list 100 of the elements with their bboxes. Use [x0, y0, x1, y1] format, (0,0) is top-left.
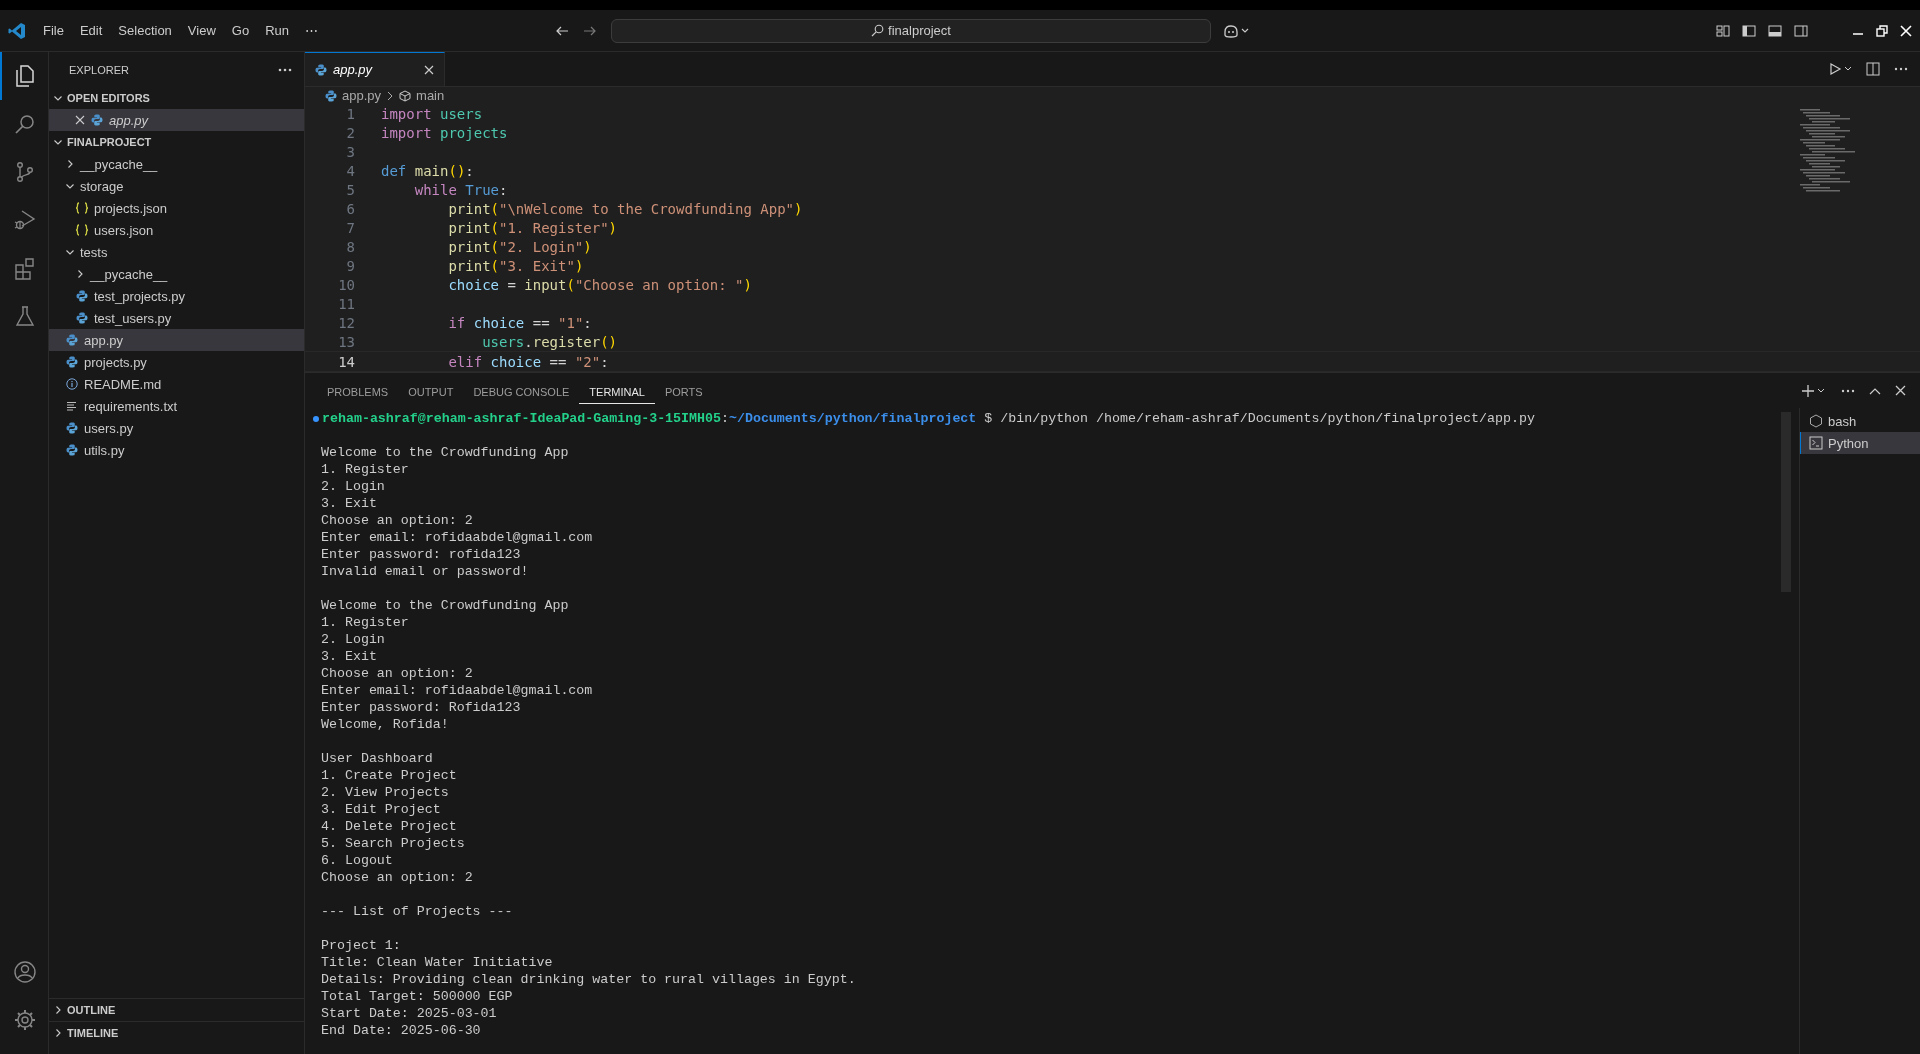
code-line: elif choice == "2": [447, 353, 609, 370]
terminal-line: Project 1: [321, 938, 401, 953]
terminal-line: Title: Clean Water Initiative [321, 955, 553, 970]
more-icon[interactable] [1894, 67, 1908, 71]
more-icon[interactable] [278, 67, 292, 72]
section-header[interactable]: TIMELINE [49, 1021, 304, 1044]
terminal-line: --- List of Projects --- [321, 904, 513, 919]
terminal-line: User Dashboard [321, 751, 433, 766]
editor-tab[interactable]: app.py [305, 52, 445, 86]
more-icon[interactable] [1841, 388, 1855, 393]
line-number: 8 [345, 238, 356, 255]
account-icon[interactable] [13, 960, 37, 984]
run-icon[interactable] [1830, 63, 1852, 75]
terminal-line: 1. Register [321, 615, 409, 630]
file-tree-item[interactable]: tests [49, 241, 304, 263]
menu-item[interactable]: Run [258, 19, 296, 42]
code-line: while True: [413, 181, 508, 198]
terminal-line: 3. Edit Project [321, 802, 441, 817]
python-file-icon [91, 114, 103, 126]
file-tree-item[interactable]: projects.py [49, 351, 304, 373]
line-number: 3 [345, 143, 356, 160]
code-line: print("1. Register") [447, 219, 618, 236]
line-number: 14 [337, 353, 356, 370]
play-bug-icon[interactable] [13, 208, 37, 232]
line-number: 10 [337, 276, 356, 293]
line-number: 6 [345, 200, 356, 217]
menu-item[interactable]: View [180, 19, 223, 42]
braces-icon [75, 202, 89, 214]
panel-tab[interactable]: OUTPUT [398, 377, 464, 404]
search-field[interactable]: finalproject [611, 18, 1211, 43]
breadcrumb-item[interactable]: main [416, 88, 445, 103]
layout-icon[interactable] [1716, 23, 1730, 38]
close-icon[interactable] [75, 115, 85, 125]
panel-tab[interactable]: PORTS [654, 377, 713, 404]
panel-tab[interactable]: DEBUG CONSOLE [463, 377, 580, 404]
file-tree-item[interactable]: test_users.py [49, 307, 304, 329]
line-number: 13 [337, 333, 356, 350]
search-icon[interactable] [13, 112, 37, 136]
panel-tab[interactable]: TERMINAL [579, 377, 655, 404]
terminal-line: End Date: 2025-06-30 [321, 1023, 481, 1038]
section-header[interactable]: FINALPROJECT [49, 131, 304, 153]
maximize-panel-icon[interactable] [1869, 386, 1881, 395]
file-tree-item[interactable]: storage [49, 175, 304, 197]
shell-session-item[interactable]: bash [1800, 410, 1920, 432]
terminal-line: Invalid email or password! [321, 564, 529, 579]
info-icon [66, 378, 78, 390]
file-tree-item[interactable]: requirements.txt [49, 395, 304, 417]
chevron-right-icon [386, 90, 395, 101]
close-icon[interactable] [424, 64, 434, 75]
terminal-line: 2. View Projects [321, 785, 449, 800]
section-header[interactable]: OPEN EDITORS [49, 87, 304, 109]
open-editor-item[interactable]: app.py [49, 109, 304, 131]
add-terminal-icon[interactable] [1801, 383, 1827, 398]
terminal-line: 3. Exit [321, 649, 377, 664]
chevron-right-icon [53, 1005, 63, 1015]
section-header[interactable]: OUTLINE [49, 998, 304, 1021]
menu-item[interactable]: Edit [72, 19, 110, 42]
split-editor-icon[interactable] [1866, 62, 1880, 76]
panel-tab[interactable]: PROBLEMS [317, 377, 399, 404]
terminal-line: 3. Exit [321, 496, 377, 511]
file-tree-item[interactable]: test_projects.py [49, 285, 304, 307]
extensions-icon[interactable] [13, 256, 37, 280]
terminal-prompt: reham-ashraf@reham-ashraf-IdeaPad-Gaming-3-15IMH05:~/Documents/python/finalproject $ /bin/python /home/reham-ashraf/Documents/python/finalproject/app.py [322, 410, 1535, 427]
file-tree-item[interactable]: __pycache__ [49, 153, 304, 175]
menu-item[interactable]: Go [224, 19, 257, 42]
settings-icon[interactable] [13, 1008, 37, 1032]
panel-toggle-icon[interactable] [1768, 23, 1782, 38]
close-icon[interactable] [1895, 385, 1906, 396]
files-icon[interactable] [13, 64, 37, 88]
chevron-right-icon [75, 269, 85, 279]
terminal-line: 2. Login [321, 632, 385, 647]
breadcrumb-item[interactable]: app.py [342, 88, 382, 103]
file-tree-item[interactable]: app.py [49, 329, 304, 351]
terminal-line: Total Target: 500000 EGP [321, 989, 513, 1004]
code-line: print("\nWelcome to the Crowdfunding App") [447, 200, 803, 217]
restore-icon[interactable] [1876, 24, 1888, 37]
menu-item[interactable]: Selection [111, 19, 179, 42]
terminal-line: Details: Providing clean drinking water to rural villages in Egypt. [321, 972, 856, 987]
secondary-sidebar-icon[interactable] [1794, 23, 1808, 38]
python-file-icon [66, 334, 78, 346]
file-tree-item[interactable]: __pycache__ [49, 263, 304, 285]
menu-item[interactable]: ⋯ [298, 19, 325, 42]
copilot-icon[interactable] [1223, 23, 1251, 38]
code-line: import projects [381, 124, 508, 141]
terminal-line: Choose an option: 2 [321, 666, 473, 681]
file-tree-item[interactable]: users.json [49, 219, 304, 241]
file-tree-item[interactable]: users.py [49, 417, 304, 439]
file-tree-item[interactable]: projects.json [49, 197, 304, 219]
terminal-line: 4. Delete Project [321, 819, 457, 834]
terminal-line: 2. Login [321, 479, 385, 494]
menu-item[interactable]: File [36, 19, 71, 42]
line-number: 5 [345, 181, 356, 198]
hexagon-icon [1809, 414, 1823, 428]
sidebar-toggle-icon[interactable] [1742, 23, 1756, 38]
file-tree-item[interactable]: utils.py [49, 439, 304, 461]
shell-session-item[interactable]: Python [1800, 432, 1920, 454]
python-file-icon [315, 63, 327, 76]
file-tree-item[interactable]: README.md [49, 373, 304, 395]
python-file-icon [66, 422, 78, 434]
flask-icon[interactable] [13, 304, 37, 328]
